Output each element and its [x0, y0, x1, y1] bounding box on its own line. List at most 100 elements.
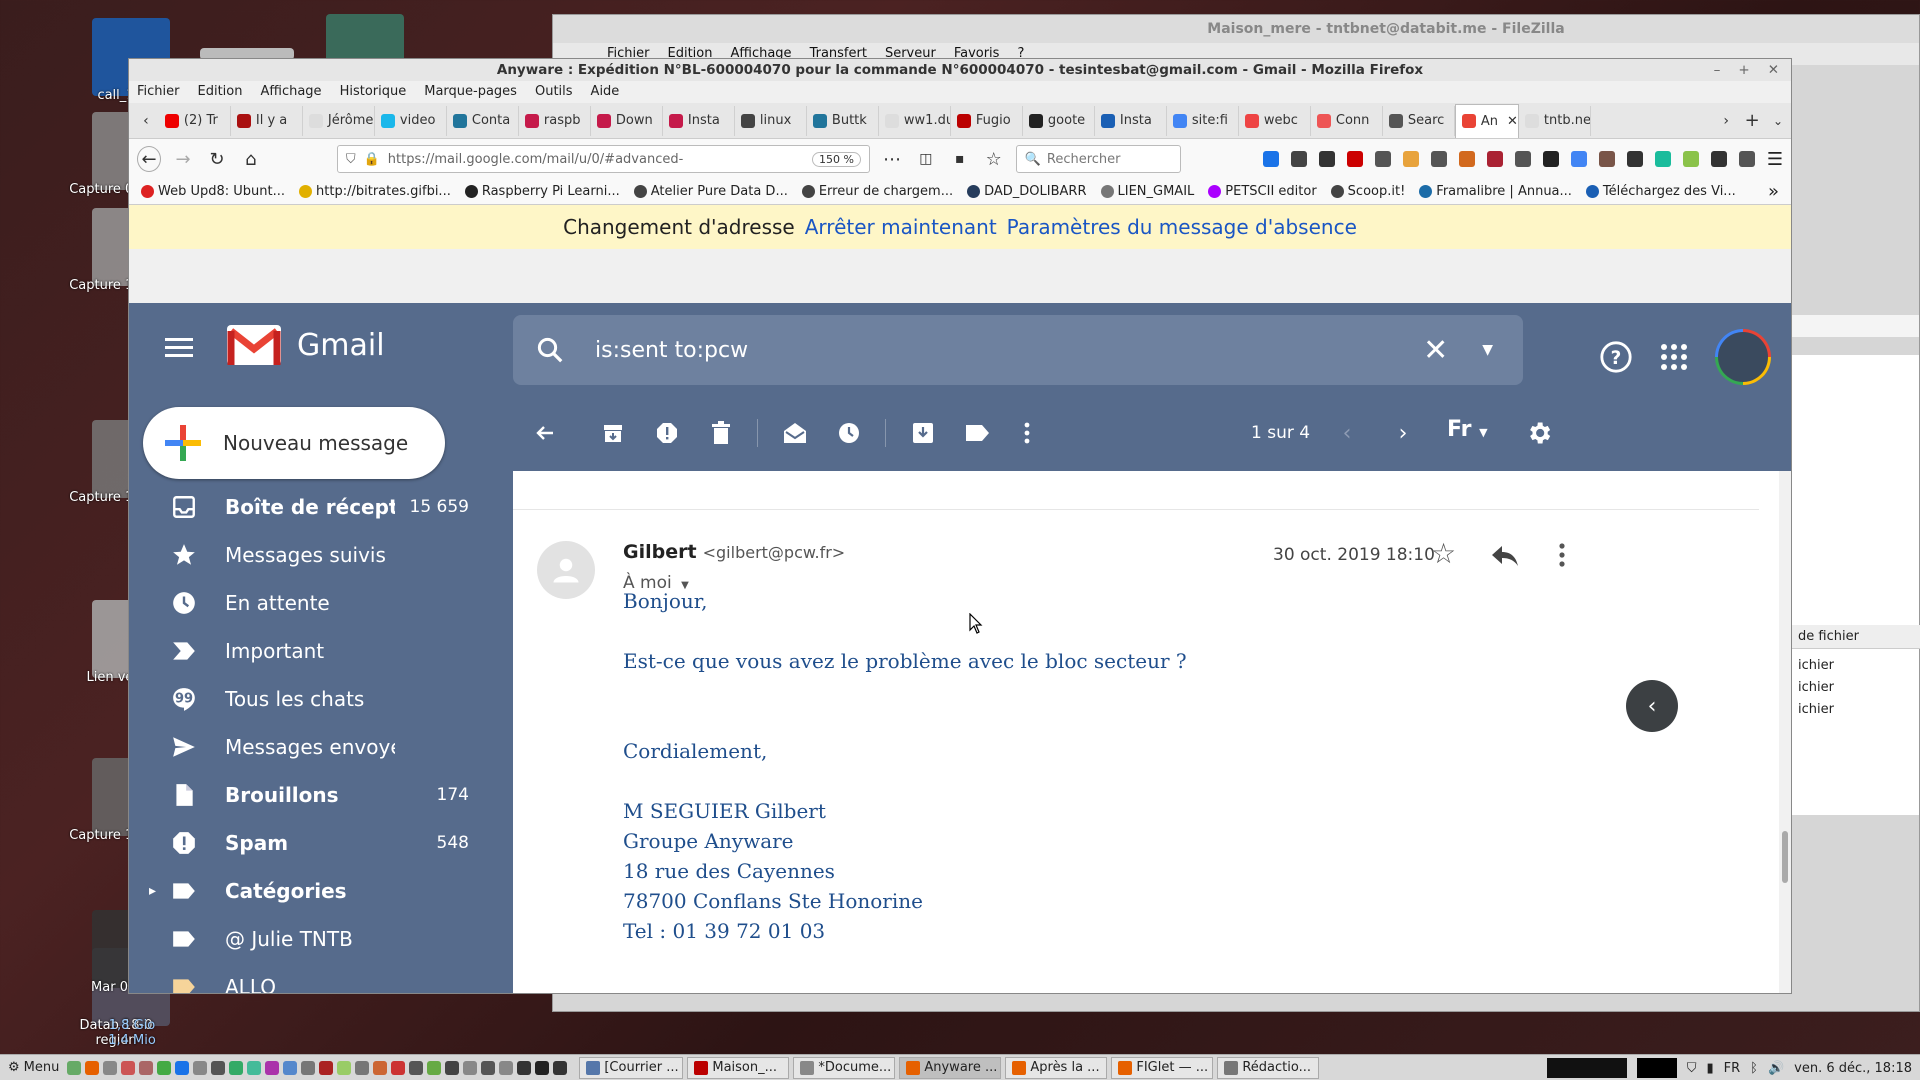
filezilla-row[interactable]: ichier — [1792, 699, 1920, 721]
bookmarks-overflow-icon[interactable]: » — [1768, 181, 1779, 202]
launcher-icon[interactable] — [445, 1060, 460, 1075]
url-text[interactable]: https://mail.google.com/mail/u/0/#advanc… — [388, 152, 804, 167]
launcher-icon[interactable] — [283, 1060, 298, 1075]
browser-tab[interactable]: Il y a — [231, 105, 303, 136]
browser-tab[interactable]: Jérôme A — [303, 105, 375, 136]
bookmark-item[interactable]: Atelier Pure Data D... — [633, 184, 788, 199]
move-to-icon[interactable] — [907, 417, 939, 449]
browser-tab[interactable]: Searc — [1383, 105, 1455, 136]
bookmark-item[interactable]: http://bitrates.gifbi... — [299, 184, 451, 199]
stop-vacation-link[interactable]: Arrêter maintenant — [805, 215, 997, 239]
labels-icon[interactable] — [961, 417, 993, 449]
browser-tab[interactable]: raspb — [519, 105, 591, 136]
ext-icon[interactable] — [1542, 151, 1559, 167]
url-bar[interactable]: ⛉ 🔒 https://mail.google.com/mail/u/0/#ad… — [336, 145, 870, 173]
filezilla-row[interactable]: ichier — [1792, 655, 1920, 677]
home-icon[interactable]: ⌂ — [239, 146, 263, 172]
launcher-icon[interactable] — [499, 1060, 514, 1075]
folder-item[interactable]: ALLO__ — [129, 963, 513, 993]
taskbar-window-button[interactable]: Anyware ... — [899, 1056, 1002, 1079]
search-placeholder[interactable]: Rechercher — [1047, 152, 1121, 167]
bookmark-star-icon[interactable]: ☆ — [982, 146, 1006, 172]
sidebar-icon[interactable] — [1430, 151, 1447, 167]
launcher-icon[interactable] — [247, 1060, 262, 1075]
downloads-icon[interactable] — [1262, 151, 1279, 167]
folder-item[interactable]: 99 Tous les chats — [129, 675, 513, 723]
filezilla-file-list[interactable]: de fichier ichier ichier ichier — [1791, 355, 1920, 815]
page-actions-icon[interactable]: ⋯ — [880, 146, 904, 172]
ext-icon[interactable] — [1738, 151, 1755, 167]
launcher-icon[interactable] — [391, 1060, 406, 1075]
more-actions-icon[interactable] — [1011, 417, 1043, 449]
firefox-menu-item[interactable]: Historique — [340, 81, 407, 103]
taskbar-window-button[interactable]: [Courrier ... — [579, 1056, 684, 1079]
ext-icon[interactable] — [1486, 151, 1503, 167]
message-scrollbar[interactable] — [1779, 471, 1791, 993]
side-panel-toggle-icon[interactable]: ‹ — [1626, 680, 1678, 732]
account-avatar[interactable] — [1715, 329, 1771, 385]
firefox-menu-item[interactable]: Aide — [591, 81, 620, 103]
star-icon[interactable]: ☆ — [1431, 537, 1456, 570]
bookmark-item[interactable]: Erreur de chargem... — [801, 184, 953, 199]
mail-search-input[interactable]: is:sent to:pcw — [595, 338, 1423, 363]
launcher-icon[interactable] — [67, 1060, 82, 1075]
browser-tab[interactable]: linux — [735, 105, 807, 136]
clear-search-icon[interactable]: ✕ — [1423, 333, 1448, 368]
taskbar-window-button[interactable]: FIGlet — ... — [1111, 1056, 1214, 1079]
clock[interactable]: ven. 6 déc., 18:18 — [1794, 1061, 1912, 1076]
browser-tab[interactable]: Down — [591, 105, 663, 136]
launcher-icon[interactable] — [337, 1060, 352, 1075]
bookmark-item[interactable]: Web Upd8: Ubunt... — [141, 184, 285, 199]
launcher-icon[interactable] — [409, 1060, 424, 1075]
tabs-scroll-left-icon[interactable]: ‹ — [133, 108, 159, 134]
launcher-icon[interactable] — [319, 1060, 334, 1075]
launcher-icon[interactable] — [229, 1060, 244, 1075]
browser-tab[interactable]: Insta — [663, 105, 735, 136]
bookmark-item[interactable]: Scoop.it! — [1330, 184, 1405, 199]
scrollbar-thumb[interactable] — [1782, 831, 1788, 883]
folder-item[interactable]: Important — [129, 627, 513, 675]
filezilla-column-header[interactable]: de fichier — [1792, 625, 1920, 649]
browser-tab[interactable]: video — [375, 105, 447, 136]
reload-icon[interactable]: ↻ — [205, 146, 229, 172]
minimize-icon[interactable]: – — [1714, 59, 1721, 81]
report-spam-icon[interactable] — [651, 417, 683, 449]
help-icon[interactable]: ? — [1599, 340, 1633, 374]
ext-icon[interactable] — [1570, 151, 1587, 167]
close-window-icon[interactable]: ✕ — [1768, 59, 1779, 81]
taskbar-window-button[interactable]: *Docume... — [793, 1056, 896, 1079]
bookmark-item[interactable]: Raspberry Pi Learni... — [464, 184, 620, 199]
launcher-icon[interactable] — [175, 1060, 190, 1075]
forward-icon[interactable]: → — [171, 146, 195, 172]
search-options-icon[interactable]: ▼ — [1482, 342, 1493, 358]
browser-tab[interactable]: (2) Tr — [159, 105, 231, 136]
browser-tab[interactable]: webc — [1239, 105, 1311, 136]
folder-item[interactable]: @ Julie TNTB — [129, 915, 513, 963]
account-icon[interactable] — [1710, 151, 1727, 167]
browser-tab[interactable]: An ✕ — [1454, 103, 1519, 138]
delete-icon[interactable] — [705, 417, 737, 449]
bookmark-item[interactable]: PETSCII editor — [1208, 184, 1317, 199]
taskbar-window-button[interactable]: Maison_... — [687, 1056, 790, 1079]
settings-gear-icon[interactable] — [1523, 417, 1555, 449]
taskbar-window-button[interactable]: Rédactio... — [1217, 1056, 1320, 1079]
browser-tab[interactable]: Buttk — [807, 105, 879, 136]
launcher-icon[interactable] — [427, 1060, 442, 1075]
folder-item[interactable]: ▸ Catégories — [129, 867, 513, 915]
newer-icon[interactable]: ‹ — [1331, 417, 1363, 449]
mail-search-box[interactable]: is:sent to:pcw ✕ ▼ — [513, 315, 1523, 385]
launcher-icon[interactable] — [157, 1060, 172, 1075]
launcher-icon[interactable] — [373, 1060, 388, 1075]
folder-item[interactable]: Boîte de récept... 15 659 — [129, 483, 513, 531]
search-bar[interactable]: 🔍 Rechercher — [1015, 145, 1181, 173]
launcher-icon[interactable] — [121, 1060, 136, 1075]
bookmark-item[interactable]: DAD_DOLIBARR — [967, 184, 1087, 199]
archive-icon[interactable] — [597, 417, 629, 449]
firefox-menu-item[interactable]: Fichier — [137, 81, 180, 103]
ext-icon[interactable] — [1626, 151, 1643, 167]
launcher-icon[interactable] — [553, 1060, 568, 1075]
browser-tab[interactable]: Conn — [1311, 105, 1383, 136]
target-icon[interactable] — [1374, 151, 1391, 167]
folder-item[interactable]: En attente — [129, 579, 513, 627]
ext-icon[interactable] — [1654, 151, 1671, 167]
